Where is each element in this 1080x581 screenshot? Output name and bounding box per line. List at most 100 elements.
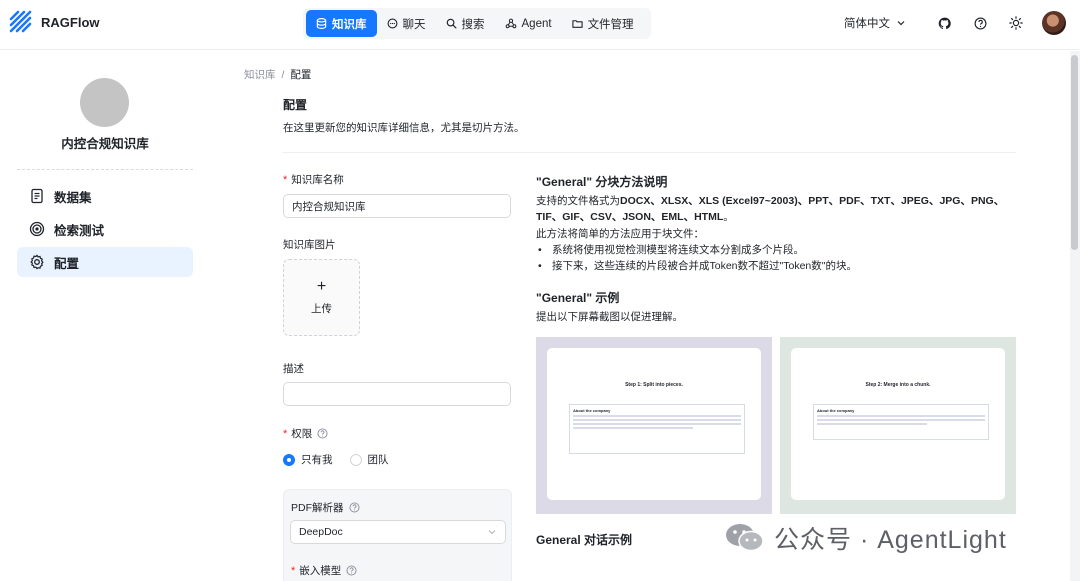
supported-formats: 支持的文件格式为DOCX、XLSX、XLS (Excel97~2003)、PPT… <box>536 193 1004 225</box>
app-name: RAGFlow <box>41 15 100 30</box>
permission-option-team[interactable]: 团队 <box>350 452 389 467</box>
breadcrumb-parent[interactable]: 知识库 <box>244 69 276 81</box>
scrollbar-thumb[interactable] <box>1071 55 1078 250</box>
example-description: 提出以下屏幕截图以促进理解。 <box>536 309 683 325</box>
user-avatar[interactable] <box>1042 11 1066 35</box>
required-mark: * <box>283 428 287 440</box>
bullet-item: 接下来，这些连续的片段被合并成Token数不超过"Token数"的块。 <box>536 258 857 274</box>
permission-option-me[interactable]: 只有我 <box>283 452 333 467</box>
permission-label-text: 权限 <box>291 426 312 441</box>
plus-icon: + <box>317 279 326 295</box>
folder-icon <box>572 18 583 29</box>
sidebar-item-dataset[interactable]: 数据集 <box>17 181 193 211</box>
dialog-example-title: General 对话示例 <box>536 531 632 548</box>
example-step-title: Step 2: Merge into a chunk. <box>791 382 1005 388</box>
nav-item-file-manager[interactable]: 文件管理 <box>562 10 644 37</box>
sidebar-divider <box>17 169 193 170</box>
watermark: 公众号 · AgentLight <box>724 520 1007 556</box>
breadcrumb-separator: / <box>282 69 285 81</box>
nav-item-knowledge-base[interactable]: 知识库 <box>306 10 377 37</box>
example-image-split: Step 1: Split into pieces. About the com… <box>536 337 772 514</box>
nav-label: Agent <box>522 18 552 30</box>
sidebar-item-retrieval-test[interactable]: 检索测试 <box>17 214 193 244</box>
method-description: 此方法将简单的方法应用于块文件： <box>536 226 704 242</box>
header-actions: 简体中文 <box>844 11 1066 35</box>
app-logo[interactable]: RAGFlow <box>8 9 100 35</box>
doc-line <box>817 419 985 421</box>
pdf-parser-label: PDF解析器 <box>291 500 360 515</box>
pdf-parser-label-text: PDF解析器 <box>291 500 344 515</box>
chevron-down-icon <box>896 18 906 28</box>
doc-line <box>573 423 741 425</box>
radio-unchecked[interactable] <box>350 454 362 466</box>
github-button[interactable] <box>934 13 954 33</box>
chat-icon <box>387 18 398 29</box>
sun-icon <box>1009 16 1023 30</box>
chevron-down-icon <box>487 527 497 537</box>
permission-label: * 权限 <box>283 426 328 441</box>
top-header: RAGFlow 知识库 聊天 搜索 Agent 文件管理 简体中文 <box>0 0 1080 50</box>
dataset-icon <box>29 188 45 204</box>
example-card: Step 2: Merge into a chunk. About the co… <box>791 348 1005 500</box>
language-label: 简体中文 <box>844 15 890 31</box>
search-icon <box>446 18 457 29</box>
doc-line <box>573 427 693 429</box>
question-circle-icon[interactable] <box>346 565 357 576</box>
wechat-icon <box>724 522 766 554</box>
radio-label: 团队 <box>368 452 389 467</box>
required-mark: * <box>291 565 295 577</box>
page-title: 配置 <box>283 96 307 113</box>
example-title: "General" 示例 <box>536 289 619 306</box>
formats-line-1: DOCX、XLSX、XLS (Excel97~2003)、PPT、PDF、TXT… <box>620 195 1004 207</box>
nav-label: 文件管理 <box>588 16 634 32</box>
image-upload-button[interactable]: + 上传 <box>283 259 360 336</box>
kb-name: 内控合规知识库 <box>0 133 210 152</box>
nav-item-agent[interactable]: Agent <box>495 10 562 37</box>
help-button[interactable] <box>970 13 990 33</box>
embedding-model-label: * 嵌入模型 <box>291 563 357 578</box>
question-circle-icon[interactable] <box>349 502 360 513</box>
doc-line <box>817 415 985 417</box>
nav-label: 聊天 <box>403 16 426 32</box>
formats-line-2: TIF、GIF、CSV、JSON、EML、HTML <box>536 211 723 223</box>
embedding-label-text: 嵌入模型 <box>299 563 341 578</box>
breadcrumb-current: 配置 <box>290 69 311 81</box>
description-input[interactable] <box>283 382 511 406</box>
method-bullets: 系统将使用视觉检测模型将连续文本分割成多个片段。 接下来，这些连续的片段被合并成… <box>536 242 857 274</box>
nav-label: 搜索 <box>462 16 485 32</box>
permission-radio-group: 只有我 团队 <box>283 452 406 467</box>
theme-toggle-button[interactable] <box>1006 13 1026 33</box>
kb-name-input[interactable]: 内控合规知识库 <box>283 194 511 218</box>
example-doc-title: About the company <box>817 408 985 413</box>
doc-line <box>573 419 741 421</box>
formats-suffix: 。 <box>723 211 734 223</box>
sidebar-item-config[interactable]: 配置 <box>17 247 193 277</box>
kb-avatar <box>80 78 129 127</box>
agent-icon <box>505 18 517 29</box>
gear-icon <box>29 254 45 270</box>
sidebar-item-label: 检索测试 <box>54 220 104 239</box>
kb-name-label-text: 知识库名称 <box>291 172 344 187</box>
example-card: Step 1: Split into pieces. About the com… <box>547 348 761 500</box>
description-label: 描述 <box>283 361 304 376</box>
question-circle-icon[interactable] <box>317 428 328 439</box>
main-nav: 知识库 聊天 搜索 Agent 文件管理 <box>303 8 651 39</box>
nav-item-search[interactable]: 搜索 <box>436 10 495 37</box>
pdf-parser-select[interactable]: DeepDoc <box>290 520 506 544</box>
radio-label: 只有我 <box>301 452 333 467</box>
github-icon <box>938 17 951 30</box>
example-image-merge: Step 2: Merge into a chunk. About the co… <box>780 337 1016 514</box>
sidebar-item-label: 配置 <box>54 253 79 272</box>
sidebar-item-label: 数据集 <box>54 187 92 206</box>
formats-prefix: 支持的文件格式为 <box>536 195 620 207</box>
kb-name-label: * 知识库名称 <box>283 172 344 187</box>
radio-checked[interactable] <box>283 454 295 466</box>
question-circle-icon <box>974 17 987 30</box>
nav-label: 知识库 <box>332 16 367 32</box>
upload-label: 上传 <box>311 301 332 316</box>
nav-item-chat[interactable]: 聊天 <box>377 10 436 37</box>
section-divider <box>283 152 1016 153</box>
parser-settings-panel: PDF解析器 DeepDoc * 嵌入模型 <box>283 489 512 581</box>
example-document: About the company <box>813 404 989 440</box>
language-selector[interactable]: 简体中文 <box>844 15 906 31</box>
